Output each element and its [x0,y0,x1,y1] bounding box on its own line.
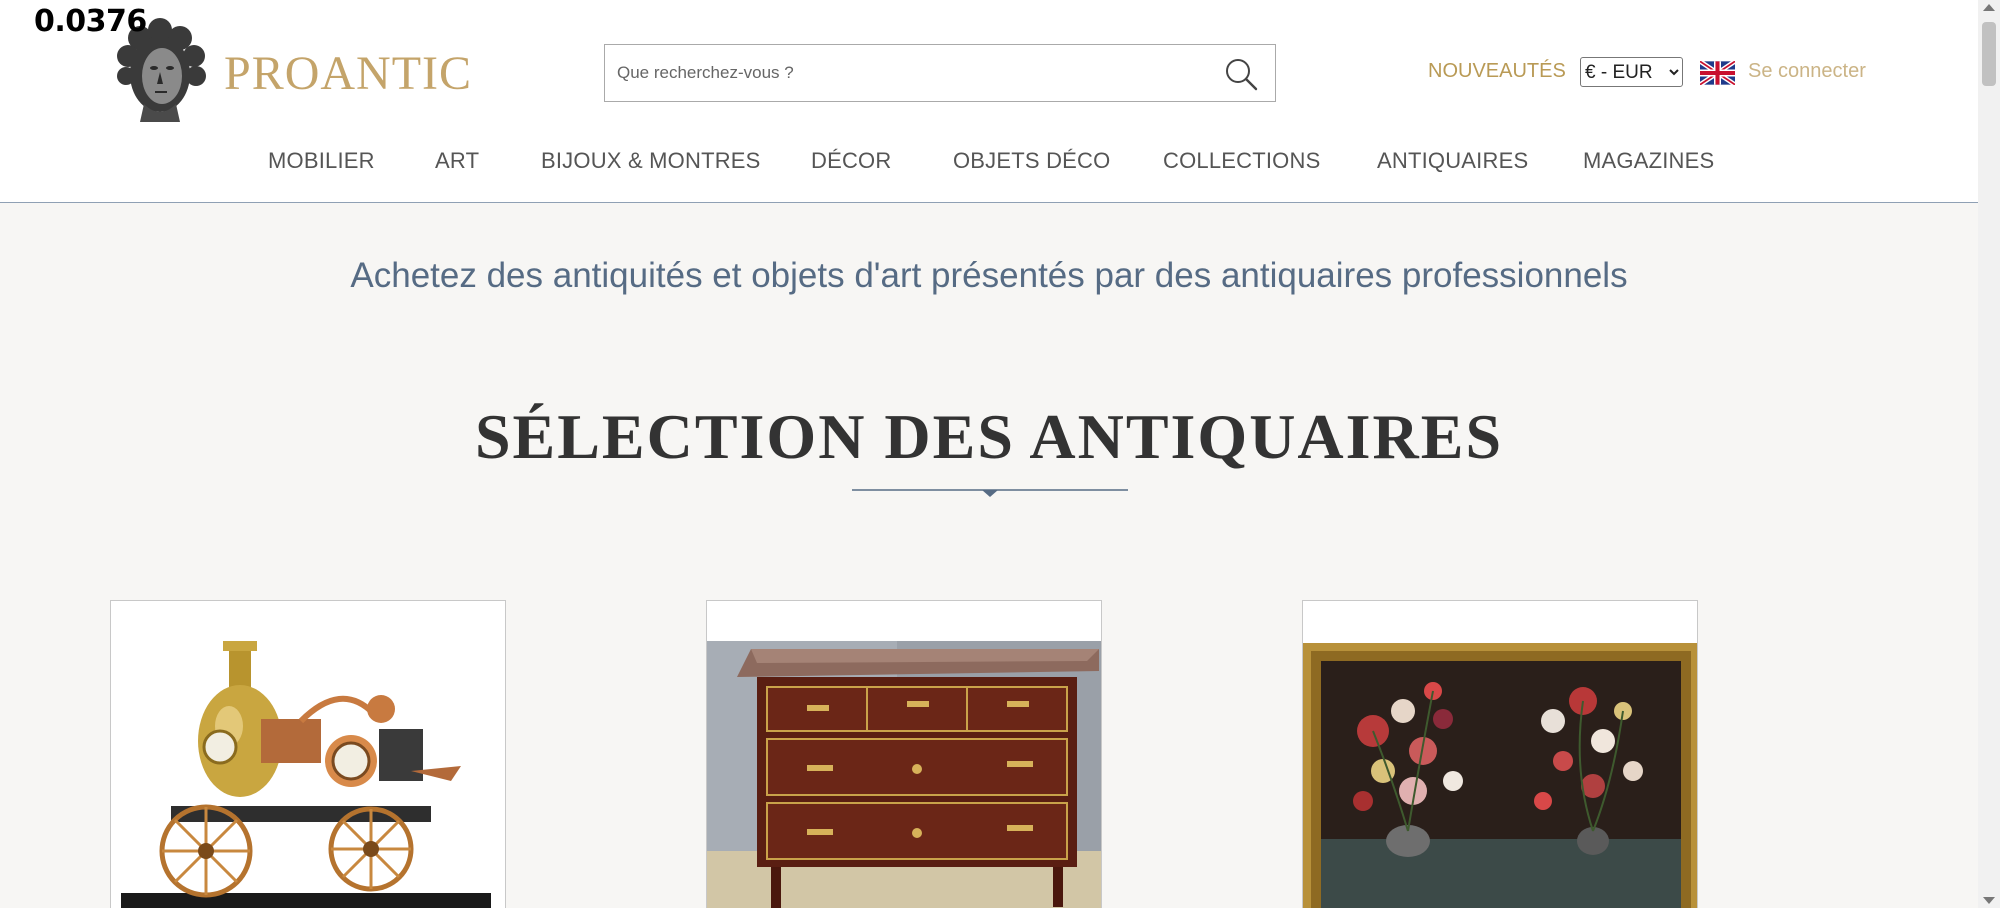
login-link[interactable]: Se connecter [1748,60,1866,83]
nav-item-antiquaires[interactable]: ANTIQUAIRES [1377,148,1528,174]
currency-select[interactable]: € - EUR [1580,57,1683,87]
scrollbar-thumb[interactable] [1982,22,1996,86]
product-card[interactable] [110,600,506,908]
nav-item-bijoux-montres[interactable]: BIJOUX & MONTRES [541,148,761,174]
main-nav: MOBILIER ART BIJOUX & MONTRES DÉCOR OBJE… [0,148,1978,182]
section-title: SÉLECTION DES ANTIQUAIRES [474,401,1504,472]
hero-tagline: Achetez des antiquités et objets d'art p… [350,256,1628,295]
scroll-down-icon[interactable] [1983,897,1995,904]
page-scrollbar[interactable] [1978,0,2000,908]
search-icon[interactable] [1223,56,1259,92]
steam-engine-clock-image[interactable] [111,601,506,908]
scroll-up-icon[interactable] [1983,4,1995,11]
nav-item-magazines[interactable]: MAGAZINES [1583,148,1714,174]
search-input[interactable] [617,45,1197,101]
nav-item-objets-deco[interactable]: OBJETS DÉCO [953,148,1110,174]
flower-still-life-painting-image[interactable] [1303,601,1698,908]
product-card[interactable] [706,600,1102,908]
new-arrivals-link[interactable]: NOUVEAUTÉS [1428,60,1566,83]
brand-logo-text[interactable]: PROANTIC [224,46,472,101]
nav-item-art[interactable]: ART [435,148,479,174]
title-divider [852,489,1128,497]
nav-item-mobilier[interactable]: MOBILIER [268,148,375,174]
site-header: PROANTIC NOUVEAUTÉS € - EUR Se connecter… [0,0,1978,203]
nav-item-decor[interactable]: DÉCOR [811,148,891,174]
mahogany-commode-image[interactable] [707,601,1102,908]
overlay-score: 0.0376 [34,4,147,39]
product-card[interactable] [1302,600,1698,908]
search-box [604,44,1276,102]
uk-flag-icon[interactable] [1700,61,1735,85]
nav-item-collections[interactable]: COLLECTIONS [1163,148,1320,174]
